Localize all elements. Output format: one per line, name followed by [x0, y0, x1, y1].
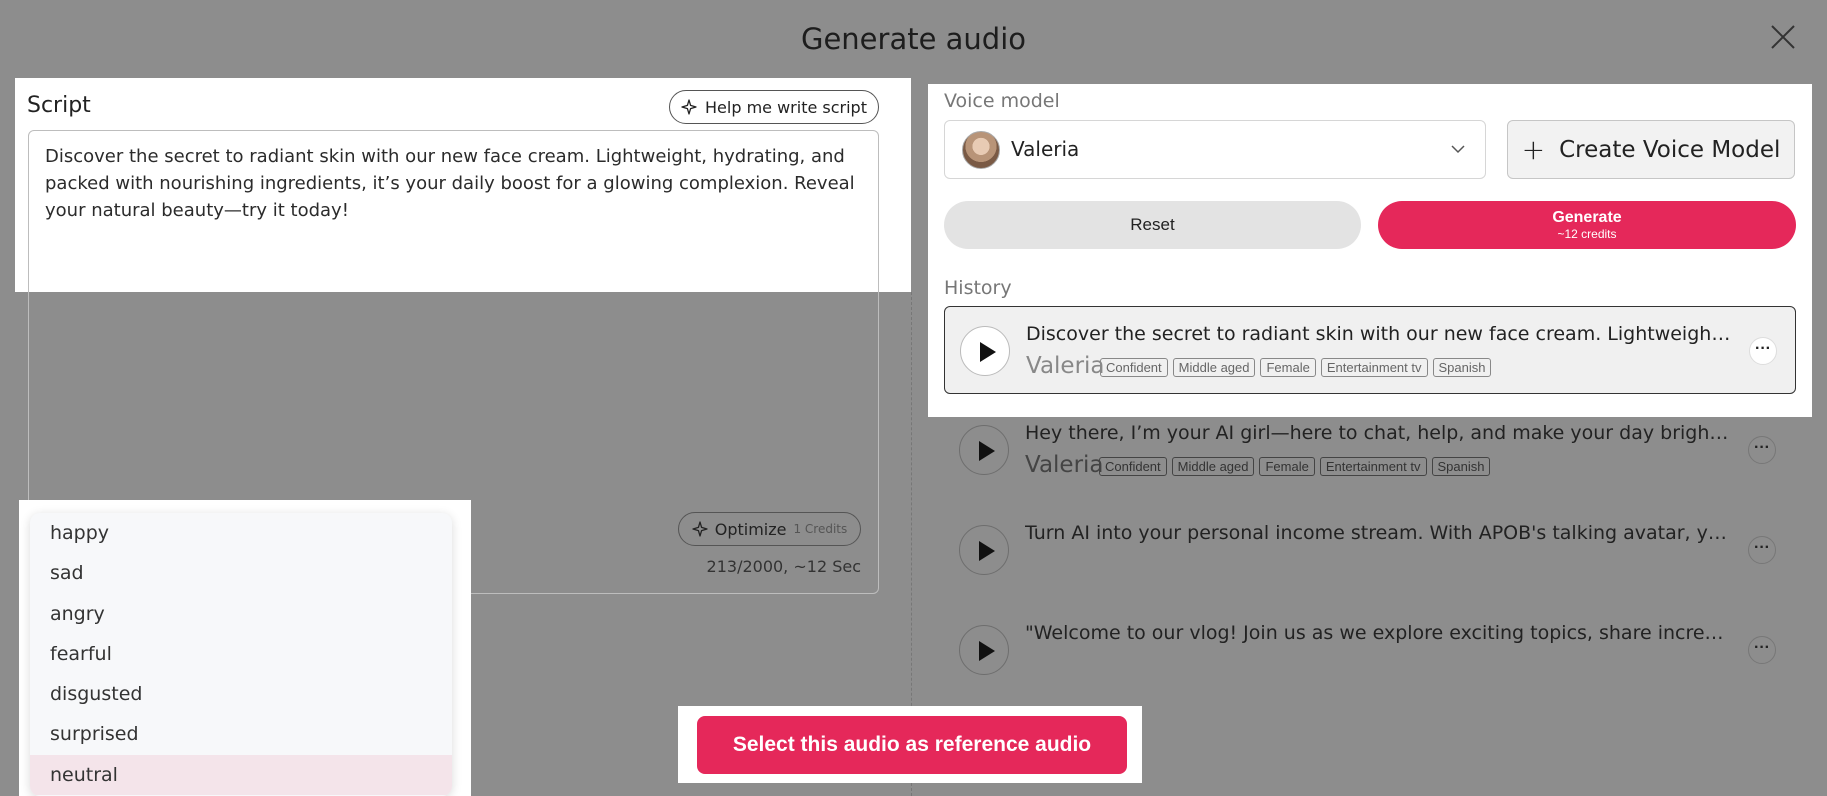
optimize-button[interactable]: Optimize 1 Credits [678, 512, 861, 546]
emotion-option-happy[interactable]: happy [30, 513, 452, 553]
tag: Female [1259, 457, 1315, 476]
history-item[interactable]: Hey there, I’m your AI girl—here to chat… [944, 406, 1796, 494]
history-item-tags: Confident Middle aged Female Entertainme… [1099, 457, 1491, 476]
avatar [962, 131, 1000, 169]
emotion-option-angry[interactable]: angry [30, 594, 452, 634]
voice-model-label: Voice model [944, 90, 1060, 112]
play-icon[interactable] [959, 525, 1009, 575]
more-icon[interactable]: ··· [1748, 436, 1776, 464]
voice-model-value: Valeria [1011, 137, 1080, 161]
more-icon[interactable]: ··· [1748, 536, 1776, 564]
emotion-dropdown: happy sad angry fearful disgusted surpri… [30, 513, 452, 796]
help-write-script-button[interactable]: Help me write script [669, 90, 879, 124]
character-counter: 213/2000, ~12 Sec [706, 557, 861, 576]
plus-icon: + [1521, 133, 1546, 166]
history-item-text: "Welcome to our vlog! Join us as we expl… [1025, 622, 1735, 644]
tag: Middle aged [1171, 457, 1255, 476]
play-icon[interactable] [960, 326, 1010, 376]
history-label: History [944, 277, 1012, 299]
reset-button[interactable]: Reset [944, 201, 1361, 249]
play-icon[interactable] [959, 625, 1009, 675]
emotion-option-surprised[interactable]: surprised [30, 714, 452, 754]
emotion-option-fearful[interactable]: fearful [30, 634, 452, 674]
dialog-title: Generate audio [800, 22, 1027, 56]
history-item[interactable]: Turn AI into your personal income stream… [944, 506, 1796, 594]
history-item-voice: Valeria [1025, 452, 1104, 478]
more-icon[interactable]: ··· [1749, 337, 1777, 365]
tag: Spanish [1432, 358, 1492, 377]
optimize-credits: 1 Credits [793, 522, 848, 536]
history-item-text: Turn AI into your personal income stream… [1025, 522, 1735, 544]
tag: Confident [1099, 457, 1167, 476]
select-reference-audio-label: Select this audio as reference audio [732, 733, 1092, 756]
reset-label: Reset [1130, 215, 1175, 234]
more-icon[interactable]: ··· [1748, 636, 1776, 664]
generate-credits: ~12 credits [1557, 227, 1617, 241]
optimize-label: Optimize [714, 519, 787, 539]
help-write-script-label: Help me write script [705, 97, 867, 117]
history-item-text: Discover the secret to radiant skin with… [1026, 323, 1736, 345]
tag: Spanish [1431, 457, 1491, 476]
close-icon[interactable] [1768, 22, 1798, 52]
history-item[interactable]: "Welcome to our vlog! Join us as we expl… [944, 606, 1796, 694]
emotion-option-neutral[interactable]: neutral [30, 754, 452, 796]
tag: Entertainment tv [1320, 358, 1428, 377]
tag: Female [1260, 358, 1316, 377]
tag: Middle aged [1172, 358, 1256, 377]
history-item-text: Hey there, I’m your AI girl—here to chat… [1025, 422, 1735, 444]
script-text[interactable]: Discover the secret to radiant skin with… [45, 143, 860, 224]
play-icon[interactable] [959, 425, 1009, 475]
emotion-option-disgusted[interactable]: disgusted [30, 674, 452, 714]
history-item[interactable]: Discover the secret to radiant skin with… [944, 306, 1796, 394]
select-reference-audio-button[interactable]: Select this audio as reference audio [697, 716, 1127, 774]
create-voice-model-button[interactable]: + Create Voice Model [1507, 120, 1795, 179]
tag: Confident [1100, 358, 1168, 377]
chevron-down-icon[interactable] [1451, 144, 1465, 154]
script-label: Script [27, 93, 91, 118]
sparkle-icon [692, 521, 708, 537]
tag: Entertainment tv [1319, 457, 1427, 476]
history-item-voice: Valeria [1026, 353, 1105, 379]
emotion-option-sad[interactable]: sad [30, 553, 452, 593]
generate-label: Generate [1552, 209, 1622, 226]
create-voice-model-label: Create Voice Model [1559, 136, 1781, 163]
sparkle-icon [681, 99, 697, 115]
generate-button[interactable]: Generate ~12 credits [1378, 201, 1796, 249]
history-item-tags: Confident Middle aged Female Entertainme… [1100, 358, 1492, 377]
